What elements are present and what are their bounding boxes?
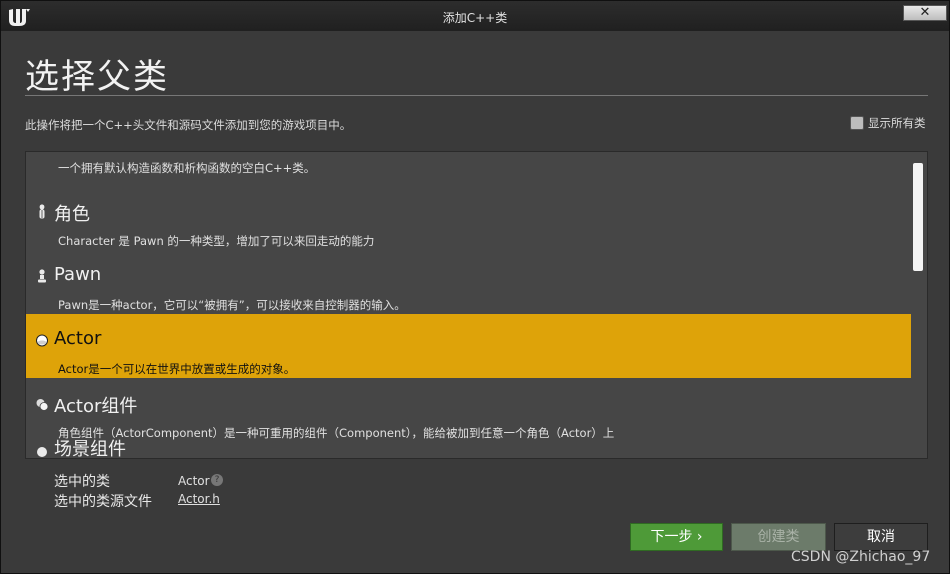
list-item-name: Actor [54, 328, 102, 349]
list-item-pawn[interactable]: Pawn Pawn是一种actor，它可以“被拥有”，可以接收来自控制器的输入。 [26, 250, 911, 314]
window-title: 添加C++类 [442, 11, 508, 25]
next-button[interactable]: 下一步 › [630, 523, 723, 551]
create-class-button[interactable]: 创建类 [731, 523, 826, 551]
list-item-actor-component[interactable]: Actor组件 角色组件（ActorComponent）是一种可重用的组件（Co… [26, 378, 911, 442]
pawn-icon [38, 269, 46, 283]
scene-component-icon [37, 447, 47, 457]
selected-source-label: 选中的类源文件 [54, 494, 152, 510]
help-icon[interactable]: ? [211, 474, 223, 486]
character-icon [39, 204, 45, 219]
list-scrollbar[interactable] [913, 163, 923, 271]
add-cpp-class-dialog: 添加C++类 ✕ 选择父类 此操作将把一个C++头文件和源码文件添加到您的游戏项… [0, 0, 950, 574]
title-bar: 添加C++类 ✕ [1, 1, 949, 31]
show-all-classes-checkbox[interactable] [850, 116, 864, 130]
close-button[interactable]: ✕ [903, 5, 947, 21]
show-all-classes-label: 显示所有类 [868, 116, 926, 130]
show-all-classes-toggle[interactable]: 显示所有类 [850, 115, 926, 131]
list-item-desc: Pawn是一种actor，它可以“被拥有”，可以接收来自控制器的输入。 [58, 298, 406, 312]
list-item-partial-desc: 一个拥有默认构造函数和析构函数的空白C++类。 [58, 161, 316, 175]
list-item-name: 场景组件 [54, 439, 126, 459]
watermark: CSDN @Zhichao_97 [791, 549, 931, 565]
selected-class-value: Actor [178, 474, 210, 488]
page-title: 选择父类 [25, 57, 169, 97]
list-item-name: Actor组件 [54, 396, 138, 417]
list-item-character[interactable]: 角色 Character 是 Pawn 的一种类型，增加了可以来回走动的能力 [26, 186, 911, 250]
list-item-name: Pawn [54, 264, 102, 285]
divider [25, 95, 928, 96]
actor-icon [36, 334, 48, 347]
actor-component-icon [36, 399, 49, 411]
parent-class-list[interactable]: 一个拥有默认构造函数和析构函数的空白C++类。 角色 Character 是 P… [25, 151, 928, 459]
cancel-button[interactable]: 取消 [834, 523, 928, 551]
list-item-actor[interactable]: Actor Actor是一个可以在世界中放置或生成的对象。 [26, 314, 911, 378]
selected-source-link[interactable]: Actor.h [178, 492, 220, 506]
selected-class-label: 选中的类 [54, 474, 110, 490]
description-text: 此操作将把一个C++头文件和源码文件添加到您的游戏项目中。 [25, 118, 352, 132]
list-item-desc: Actor是一个可以在世界中放置或生成的对象。 [58, 362, 296, 376]
list-item-desc: 角色组件（ActorComponent）是一种可重用的组件（Component）… [58, 426, 615, 440]
list-item-desc: Character 是 Pawn 的一种类型，增加了可以来回走动的能力 [58, 234, 375, 248]
list-item-name: 角色 [54, 204, 90, 225]
list-item-scene-component[interactable]: 场景组件 [26, 439, 911, 458]
